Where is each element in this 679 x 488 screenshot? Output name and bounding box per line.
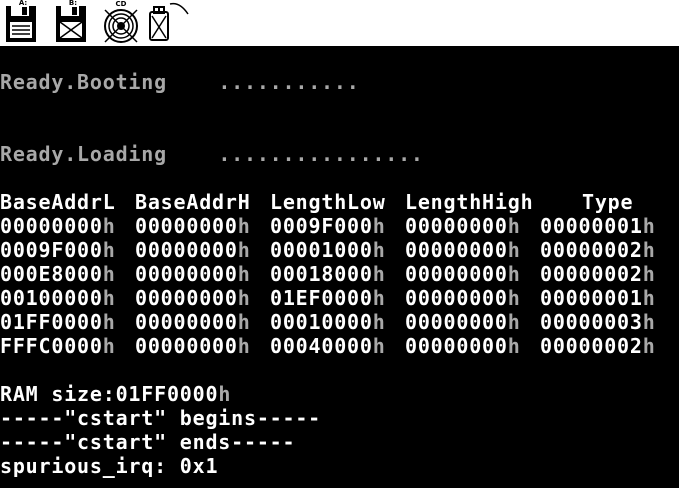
cdrom-icon: CD — [104, 0, 138, 43]
header-lengthlow: LengthLow — [270, 190, 386, 214]
loading-label: Loading — [77, 142, 167, 166]
cdrom-device[interactable]: CD — [100, 0, 142, 44]
floppy-a-device[interactable]: A: — [2, 0, 42, 44]
ready-line-1: Ready. — [0, 70, 78, 94]
loading-line: Loading ................ — [0, 118, 424, 166]
cstart-begins-line: -----"cstart" begins----- — [0, 406, 322, 430]
booting-line: Booting ........... — [0, 46, 360, 94]
header-baseaddrh: BaseAddrH — [135, 190, 251, 214]
table-row: 00100000h 00000000h 01EF0000h 00000000h … — [0, 286, 656, 310]
memory-table-header: BaseAddrL BaseAddrH LengthLow LengthHigh… — [0, 190, 679, 214]
table-row: 00000000h 00000000h 0009F000h 00000000h … — [0, 214, 656, 238]
usb-device[interactable] — [146, 0, 192, 44]
cdrom-label: CD — [116, 0, 127, 8]
device-toolbar: A: B: CD — [0, 0, 679, 46]
ram-size-line: RAM size:01FF0000h — [0, 382, 232, 406]
table-row: 0009F000h 00000000h 00001000h 00000000h … — [0, 238, 656, 262]
ram-size-value: 01FF0000 — [115, 382, 219, 406]
floppy-a-label: A: — [19, 0, 28, 7]
table-row: 000E8000h 00000000h 00018000h 00000000h … — [0, 262, 656, 286]
console-screen[interactable]: Booting ........... Ready. Loading .....… — [0, 46, 679, 488]
floppy-b-device[interactable]: B: — [52, 0, 92, 44]
ram-size-label: RAM size: — [0, 382, 116, 406]
ready-line-2: Ready. — [0, 142, 78, 166]
loading-dots: ................ — [218, 142, 424, 166]
header-baseaddrl: BaseAddrL — [0, 190, 116, 214]
table-row: FFFC0000h 00000000h 00040000h 00000000h … — [0, 334, 656, 358]
booting-label: Booting — [77, 70, 167, 94]
floppy-b-label: B: — [69, 0, 77, 7]
floppy-a-icon: A: — [6, 0, 36, 42]
cstart-ends-line: -----"cstart" ends----- — [0, 430, 296, 454]
usb-icon — [149, 2, 189, 41]
booting-dots: ........... — [218, 70, 360, 94]
spurious-irq-line: spurious_irq: 0x1 — [0, 454, 219, 478]
floppy-b-icon: B: — [56, 0, 86, 42]
header-type: Type — [582, 190, 634, 214]
table-row: 01FF0000h 00000000h 00010000h 00000000h … — [0, 310, 656, 334]
header-lengthhigh: LengthHigh — [405, 190, 534, 214]
emulator-window: A: B: CD Booting ........... Ready. Load… — [0, 0, 679, 488]
